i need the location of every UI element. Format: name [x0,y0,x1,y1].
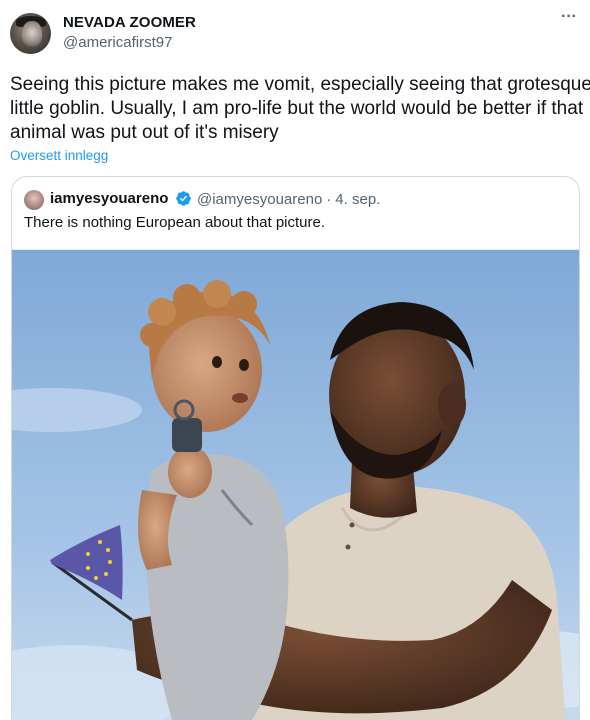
tweet-text-line: Seeing this picture makes me vomit, espe… [10,74,590,95]
author-avatar[interactable] [10,13,51,54]
quoted-tweet-card[interactable]: iamyesyouareno @iamyesyouareno · 4. sep. T… [11,176,580,720]
more-options-icon[interactable]: ··· [556,9,582,32]
quoted-post-date[interactable]: 4. sep. [335,191,380,208]
photo-man-holding-toddler-icon [12,250,579,720]
tweet-text: Seeing this picture makes me vomit, espe… [10,73,590,145]
translate-post-link[interactable]: Oversett innlegg [10,148,108,163]
tweet-text-line: animal was put out of it's misery [10,122,279,143]
quoted-tweet-text: There is nothing European about that pic… [24,214,326,231]
author-display-name[interactable]: NEVADA ZOOMER [63,14,196,31]
quoted-author-handle[interactable]: @iamyesyouareno [197,191,322,208]
meta-separator: · [326,191,332,208]
verified-badge-icon [176,191,191,206]
quoted-author-avatar[interactable] [24,190,44,210]
author-handle[interactable]: @americafirst97 [63,34,172,51]
quoted-photo[interactable] [12,249,579,720]
quoted-author-display-name[interactable]: iamyesyouareno [50,190,168,207]
avatar-face-shape [22,21,42,47]
quoted-author-meta[interactable]: @iamyesyouareno · 4. sep. [197,191,380,208]
tweet-text-line: little goblin. Usually, I am pro-life bu… [10,98,584,119]
